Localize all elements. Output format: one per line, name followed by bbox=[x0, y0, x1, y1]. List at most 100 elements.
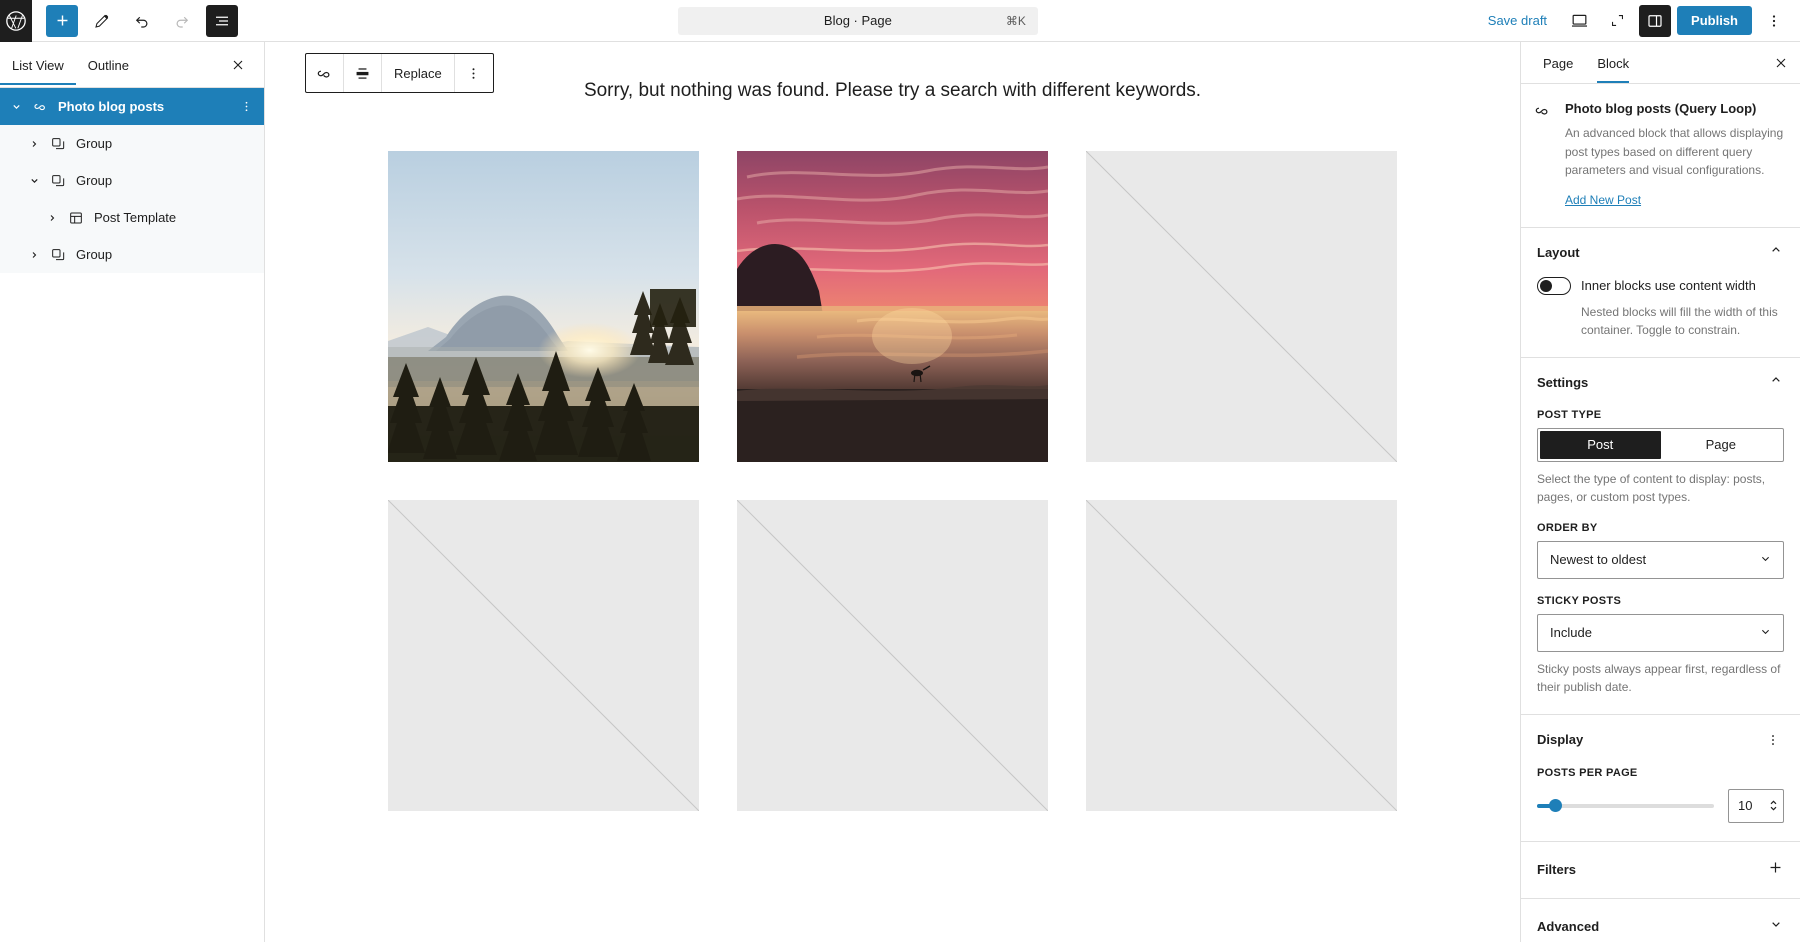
order-by-value: Newest to oldest bbox=[1550, 552, 1647, 568]
command-bar-title: Blog · Page bbox=[823, 13, 892, 28]
inner-blocks-width-toggle[interactable] bbox=[1537, 276, 1571, 295]
save-draft-button[interactable]: Save draft bbox=[1478, 7, 1557, 34]
editor-root: Blog · Page ⌘K Save draft Publish List V… bbox=[0, 0, 1800, 942]
tree-row-photo-blog-posts[interactable]: Photo blog posts bbox=[0, 88, 264, 125]
group-icon bbox=[46, 247, 70, 263]
block-tree: Photo blog posts Group Group Post Templa… bbox=[0, 88, 264, 273]
post-cell-placeholder-3[interactable] bbox=[737, 499, 1048, 811]
query-loop-icon[interactable] bbox=[306, 54, 344, 92]
chevron-up-icon[interactable] bbox=[1768, 242, 1784, 263]
posts-per-page-label: POSTS PER PAGE bbox=[1537, 766, 1638, 779]
sticky-posts-select[interactable]: Include bbox=[1537, 613, 1784, 652]
vertical-ellipsis-icon[interactable] bbox=[1758, 5, 1790, 37]
posts-per-page-control: 10 bbox=[1537, 788, 1784, 823]
add-block-button[interactable] bbox=[46, 4, 78, 37]
chevron-right-icon[interactable] bbox=[22, 249, 46, 261]
sticky-posts-value: Include bbox=[1550, 625, 1592, 641]
command-bar-wrapper: Blog · Page ⌘K bbox=[238, 6, 1478, 35]
tree-row-group-3[interactable]: Group bbox=[0, 236, 264, 273]
post-type-option-page[interactable]: Page bbox=[1661, 431, 1782, 459]
plus-icon[interactable] bbox=[1767, 859, 1784, 881]
align-center-icon[interactable] bbox=[344, 54, 382, 92]
post-cell-placeholder-1[interactable] bbox=[1086, 150, 1397, 462]
tab-block[interactable]: Block bbox=[1585, 42, 1641, 83]
tree-row-options-icon[interactable] bbox=[234, 99, 258, 114]
filters-panel: Filters bbox=[1521, 842, 1800, 899]
block-card-body: Photo blog posts (Query Loop) An advance… bbox=[1557, 100, 1784, 209]
display-panel: Display POSTS PER PAGE 10 bbox=[1521, 715, 1800, 842]
display-panel-title: Display bbox=[1537, 732, 1584, 748]
image-placeholder bbox=[1086, 499, 1397, 811]
number-stepper-icon[interactable] bbox=[1768, 798, 1779, 813]
group-icon bbox=[46, 173, 70, 189]
settings-panel-header[interactable]: Settings bbox=[1537, 372, 1784, 393]
tree-row-post-template[interactable]: Post Template bbox=[0, 199, 264, 236]
add-new-post-link[interactable]: Add New Post bbox=[1565, 193, 1641, 207]
post-cell-image-2[interactable] bbox=[737, 150, 1048, 462]
post-cell-placeholder-2[interactable] bbox=[388, 499, 699, 811]
chevron-right-icon[interactable] bbox=[22, 138, 46, 150]
advanced-panel-header[interactable]: Advanced bbox=[1537, 916, 1784, 937]
image-placeholder bbox=[737, 499, 1048, 811]
slider-thumb[interactable] bbox=[1549, 799, 1563, 813]
tools-pencil-button[interactable] bbox=[86, 5, 118, 37]
tab-outline[interactable]: Outline bbox=[76, 44, 141, 85]
settings-panel-body: POST TYPE Post Page Select the type of c… bbox=[1537, 409, 1784, 696]
vertical-ellipsis-icon[interactable] bbox=[455, 54, 493, 92]
tree-row-group-2[interactable]: Group bbox=[0, 162, 264, 199]
mountain-sunrise-image bbox=[388, 150, 699, 462]
layout-panel: Layout Inner blocks use content width Ne… bbox=[1521, 228, 1800, 358]
tab-list-view[interactable]: List View bbox=[0, 44, 76, 85]
block-toolbar: Replace bbox=[305, 53, 494, 93]
settings-sidebar: Page Block Photo blog posts (Query Loop) bbox=[1520, 42, 1800, 942]
beach-sunset-image bbox=[737, 150, 1048, 462]
tab-page[interactable]: Page bbox=[1531, 42, 1585, 83]
desktop-preview-icon[interactable] bbox=[1563, 5, 1595, 37]
tree-row-label: Group bbox=[76, 247, 113, 262]
inner-blocks-width-label: Inner blocks use content width bbox=[1581, 278, 1756, 294]
wordpress-logo-icon[interactable] bbox=[0, 0, 32, 42]
undo-button[interactable] bbox=[126, 5, 158, 37]
sticky-posts-label: STICKY POSTS bbox=[1537, 594, 1622, 607]
posts-per-page-input[interactable]: 10 bbox=[1728, 788, 1784, 823]
command-bar[interactable]: Blog · Page ⌘K bbox=[677, 6, 1038, 35]
list-view-toggle-button[interactable] bbox=[206, 4, 238, 37]
post-cell-placeholder-4[interactable] bbox=[1086, 499, 1397, 811]
close-icon[interactable] bbox=[224, 51, 252, 79]
layout-panel-header[interactable]: Layout bbox=[1537, 242, 1784, 263]
post-cell-image-1[interactable] bbox=[388, 150, 699, 462]
filters-panel-title: Filters bbox=[1537, 862, 1577, 878]
replace-button[interactable]: Replace bbox=[382, 54, 455, 92]
editor-canvas: Replace Sorry, but nothing was found. Pl… bbox=[265, 42, 1520, 942]
tree-row-label: Group bbox=[76, 173, 113, 188]
chevron-down-icon[interactable] bbox=[1768, 916, 1784, 937]
display-panel-header: Display bbox=[1537, 729, 1784, 751]
chevron-down-icon[interactable] bbox=[4, 100, 28, 113]
close-icon[interactable] bbox=[1766, 48, 1796, 78]
post-type-option-post[interactable]: Post bbox=[1540, 430, 1661, 459]
chevron-down-icon bbox=[1758, 551, 1773, 569]
editor-body: List View Outline Photo blog posts Group… bbox=[0, 42, 1800, 942]
query-loop-icon bbox=[1533, 100, 1557, 209]
posts-per-page-slider[interactable] bbox=[1537, 796, 1714, 816]
toggle-knob bbox=[1540, 279, 1552, 292]
display-panel-body: POSTS PER PAGE 10 bbox=[1537, 767, 1784, 823]
filters-panel-header[interactable]: Filters bbox=[1537, 859, 1784, 881]
chevron-down-icon[interactable] bbox=[22, 174, 46, 187]
tree-row-label: Group bbox=[76, 136, 113, 151]
post-type-help-text: Select the type of content to display: p… bbox=[1537, 471, 1766, 504]
publish-button[interactable]: Publish bbox=[1677, 6, 1752, 35]
chevron-up-icon[interactable] bbox=[1768, 372, 1784, 393]
expand-icon[interactable] bbox=[1601, 5, 1633, 37]
redo-button[interactable] bbox=[166, 5, 198, 37]
chevron-right-icon[interactable] bbox=[40, 212, 64, 224]
sidebar-panel-icon[interactable] bbox=[1639, 4, 1672, 37]
tree-row-group-1[interactable]: Group bbox=[0, 125, 264, 162]
no-results-message: Sorry, but nothing was found. Please try… bbox=[583, 80, 1202, 101]
layout-panel-body: Inner blocks use content width Nested bl… bbox=[1537, 276, 1784, 339]
chevron-down-icon bbox=[1758, 624, 1773, 642]
group-icon bbox=[46, 136, 70, 152]
advanced-panel-title: Advanced bbox=[1537, 918, 1600, 934]
order-by-select[interactable]: Newest to oldest bbox=[1537, 540, 1784, 579]
vertical-ellipsis-icon[interactable] bbox=[1762, 729, 1784, 751]
